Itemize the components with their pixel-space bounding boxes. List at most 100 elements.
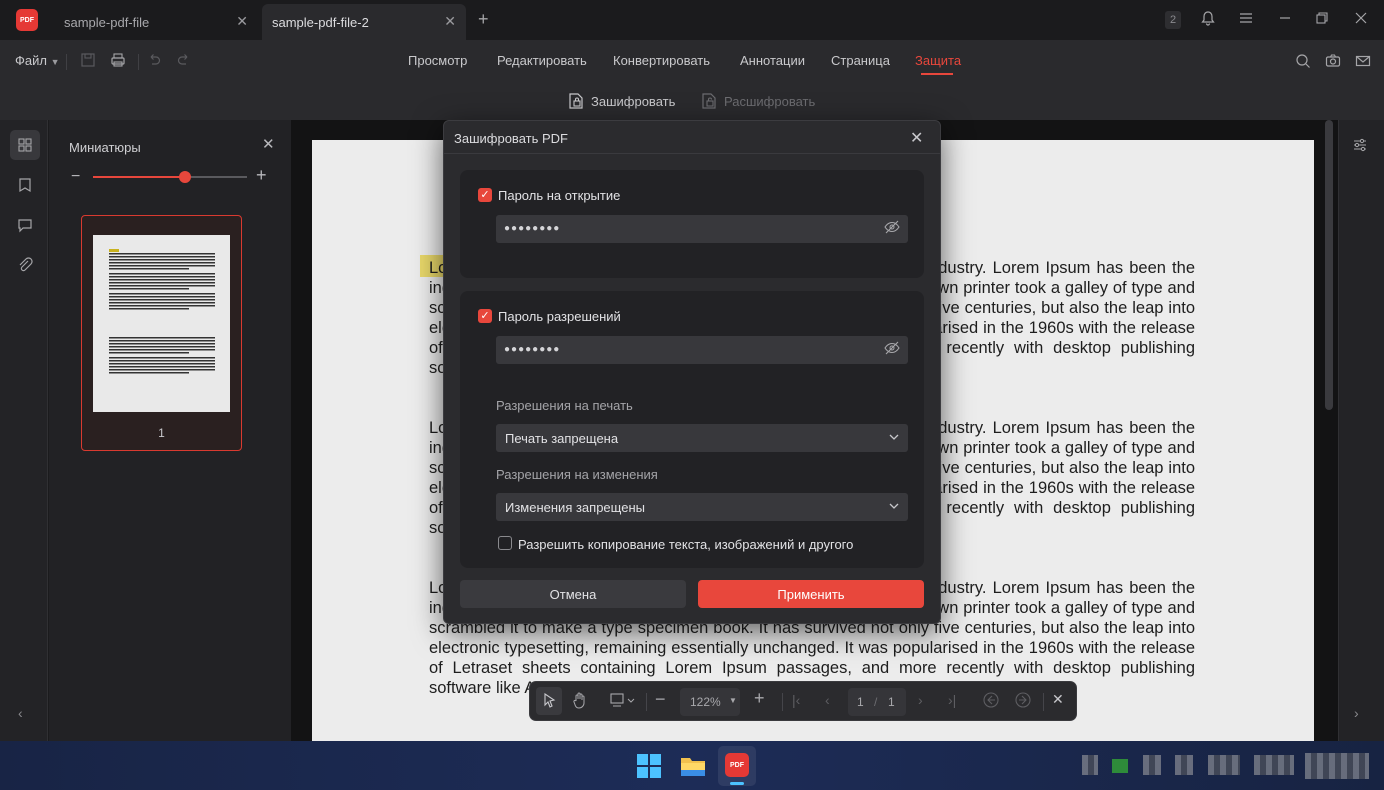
change-permissions-select[interactable]: Изменения запрещены <box>496 493 908 521</box>
undo-icon[interactable] <box>146 52 162 73</box>
search-icon[interactable] <box>1295 53 1311 74</box>
tab-label: sample-pdf-file-2 <box>272 14 369 30</box>
restore-icon[interactable] <box>1315 10 1329 30</box>
view-mode-icon[interactable] <box>610 691 636 712</box>
apply-button[interactable]: Применить <box>698 580 924 608</box>
open-password-label: Пароль на открытие <box>498 188 621 203</box>
hamburger-menu-icon[interactable] <box>1238 10 1254 30</box>
print-icon[interactable] <box>110 52 126 73</box>
tray-icon[interactable] <box>1112 759 1128 773</box>
properties-sliders-icon[interactable] <box>1352 137 1368 158</box>
back-icon[interactable] <box>982 691 1000 712</box>
zoom-in-icon[interactable]: + <box>754 688 765 709</box>
permissions-password-input[interactable]: ●●●●●●●● <box>496 336 908 364</box>
eye-hidden-icon[interactable] <box>884 341 900 358</box>
tab-sample-pdf-file-2[interactable]: sample-pdf-file-2 ✕ <box>262 4 466 40</box>
active-indicator <box>730 782 744 785</box>
last-page-icon[interactable]: ›| <box>948 692 956 708</box>
file-explorer-icon[interactable] <box>680 753 706 779</box>
redo-icon[interactable] <box>176 52 192 73</box>
dialog-title: Зашифровать PDF <box>454 131 568 146</box>
menu-convert[interactable]: Конвертировать <box>613 53 710 68</box>
password-value: ●●●●●●●● <box>504 223 561 234</box>
password-value: ●●●●●●●● <box>504 344 561 355</box>
decrypt-button[interactable]: Расшифровать <box>700 92 815 110</box>
divider <box>444 153 940 154</box>
mail-icon[interactable] <box>1355 53 1371 74</box>
hand-tool-icon[interactable] <box>572 691 588 712</box>
tray-icon[interactable] <box>1254 755 1294 775</box>
chevron-down-icon <box>889 499 899 516</box>
page-thumbnail[interactable]: 1 <box>81 215 242 451</box>
cancel-button[interactable]: Отмена <box>460 580 686 608</box>
new-tab-icon[interactable]: + <box>478 9 489 30</box>
minimize-icon[interactable] <box>1278 10 1292 30</box>
close-dialog-icon[interactable]: ✕ <box>910 128 923 148</box>
tab-sample-pdf-file[interactable]: sample-pdf-file ✕ <box>54 4 258 40</box>
tray-icon[interactable] <box>1175 755 1193 775</box>
protect-toolbar: Зашифровать Расшифровать <box>0 82 1384 120</box>
tray-icon[interactable] <box>1143 755 1161 775</box>
save-icon[interactable] <box>80 52 96 73</box>
open-password-checkbox[interactable]: ✓ <box>478 188 492 202</box>
menu-protect[interactable]: Защита <box>915 53 961 68</box>
eye-hidden-icon[interactable] <box>884 220 900 237</box>
prev-page-icon[interactable]: ‹ <box>825 692 830 708</box>
encrypt-button[interactable]: Зашифровать <box>567 92 675 110</box>
page-indicator[interactable]: 1 / 1 <box>848 688 906 716</box>
notification-count-badge: 2 <box>1165 11 1181 29</box>
permissions-password-checkbox[interactable]: ✓ <box>478 309 492 323</box>
close-window-icon[interactable] <box>1354 10 1368 30</box>
right-rail: › <box>1338 120 1384 741</box>
zoom-in-icon[interactable]: + <box>256 165 267 186</box>
camera-icon[interactable] <box>1325 53 1341 74</box>
pdf-app-taskbar-button[interactable]: PDF <box>718 746 756 786</box>
tray-icon[interactable] <box>1208 755 1240 775</box>
zoom-out-icon[interactable]: − <box>71 168 80 186</box>
file-menu[interactable]: Файл ▼ <box>15 53 60 68</box>
zoom-select[interactable]: 122% ▼ <box>680 688 740 716</box>
bottom-toolbar: − 122% ▼ + |‹ ‹ 1 / 1 › ›| ✕ <box>529 681 1077 721</box>
close-panel-icon[interactable]: ✕ <box>262 135 275 153</box>
clock-area[interactable] <box>1305 753 1369 779</box>
tray-icon[interactable] <box>1082 755 1098 775</box>
vertical-scrollbar[interactable] <box>1325 120 1333 410</box>
allow-copy-label: Разрешить копирование текста, изображени… <box>518 537 854 552</box>
bell-icon[interactable] <box>1200 10 1216 30</box>
next-page-icon[interactable]: › <box>918 692 923 708</box>
lock-file-icon <box>569 93 583 109</box>
windows-start-icon[interactable] <box>636 753 662 779</box>
pdf-app-icon: PDF <box>725 753 749 777</box>
divider <box>1043 693 1044 711</box>
zoom-out-icon[interactable]: − <box>655 689 666 710</box>
allow-copy-checkbox[interactable] <box>498 536 512 550</box>
close-tab-icon[interactable]: ✕ <box>444 13 456 30</box>
forward-icon[interactable] <box>1014 691 1032 712</box>
print-permissions-value: Печать запрещена <box>505 431 619 446</box>
thumb-zoom-slider[interactable] <box>93 171 247 183</box>
menu-annotations[interactable]: Аннотации <box>740 53 805 68</box>
comment-icon[interactable] <box>10 210 40 240</box>
print-permissions-label: Разрешения на печать <box>496 398 633 413</box>
divider <box>66 54 67 70</box>
thumbnail-page-number: 1 <box>158 426 165 440</box>
open-password-input[interactable]: ●●●●●●●● <box>496 215 908 243</box>
slider-handle[interactable] <box>179 171 192 183</box>
close-toolbar-icon[interactable]: ✕ <box>1052 691 1064 708</box>
menu-edit[interactable]: Редактировать <box>497 53 587 68</box>
select-tool-button[interactable] <box>536 687 562 715</box>
collapse-left-icon[interactable]: ‹ <box>18 705 23 721</box>
print-permissions-select[interactable]: Печать запрещена <box>496 424 908 452</box>
active-tab-underline <box>921 73 953 75</box>
change-permissions-value: Изменения запрещены <box>505 500 645 515</box>
collapse-right-icon[interactable]: › <box>1354 705 1359 721</box>
attachment-icon[interactable] <box>10 250 40 280</box>
first-page-icon[interactable]: |‹ <box>792 692 800 708</box>
bookmark-icon[interactable] <box>10 170 40 200</box>
thumbnails-icon[interactable] <box>10 130 40 160</box>
menu-page[interactable]: Страница <box>831 53 890 68</box>
close-tab-icon[interactable]: ✕ <box>236 13 248 30</box>
divider <box>646 693 647 711</box>
menu-view[interactable]: Просмотр <box>408 53 467 68</box>
thumbnail-image <box>93 235 230 412</box>
